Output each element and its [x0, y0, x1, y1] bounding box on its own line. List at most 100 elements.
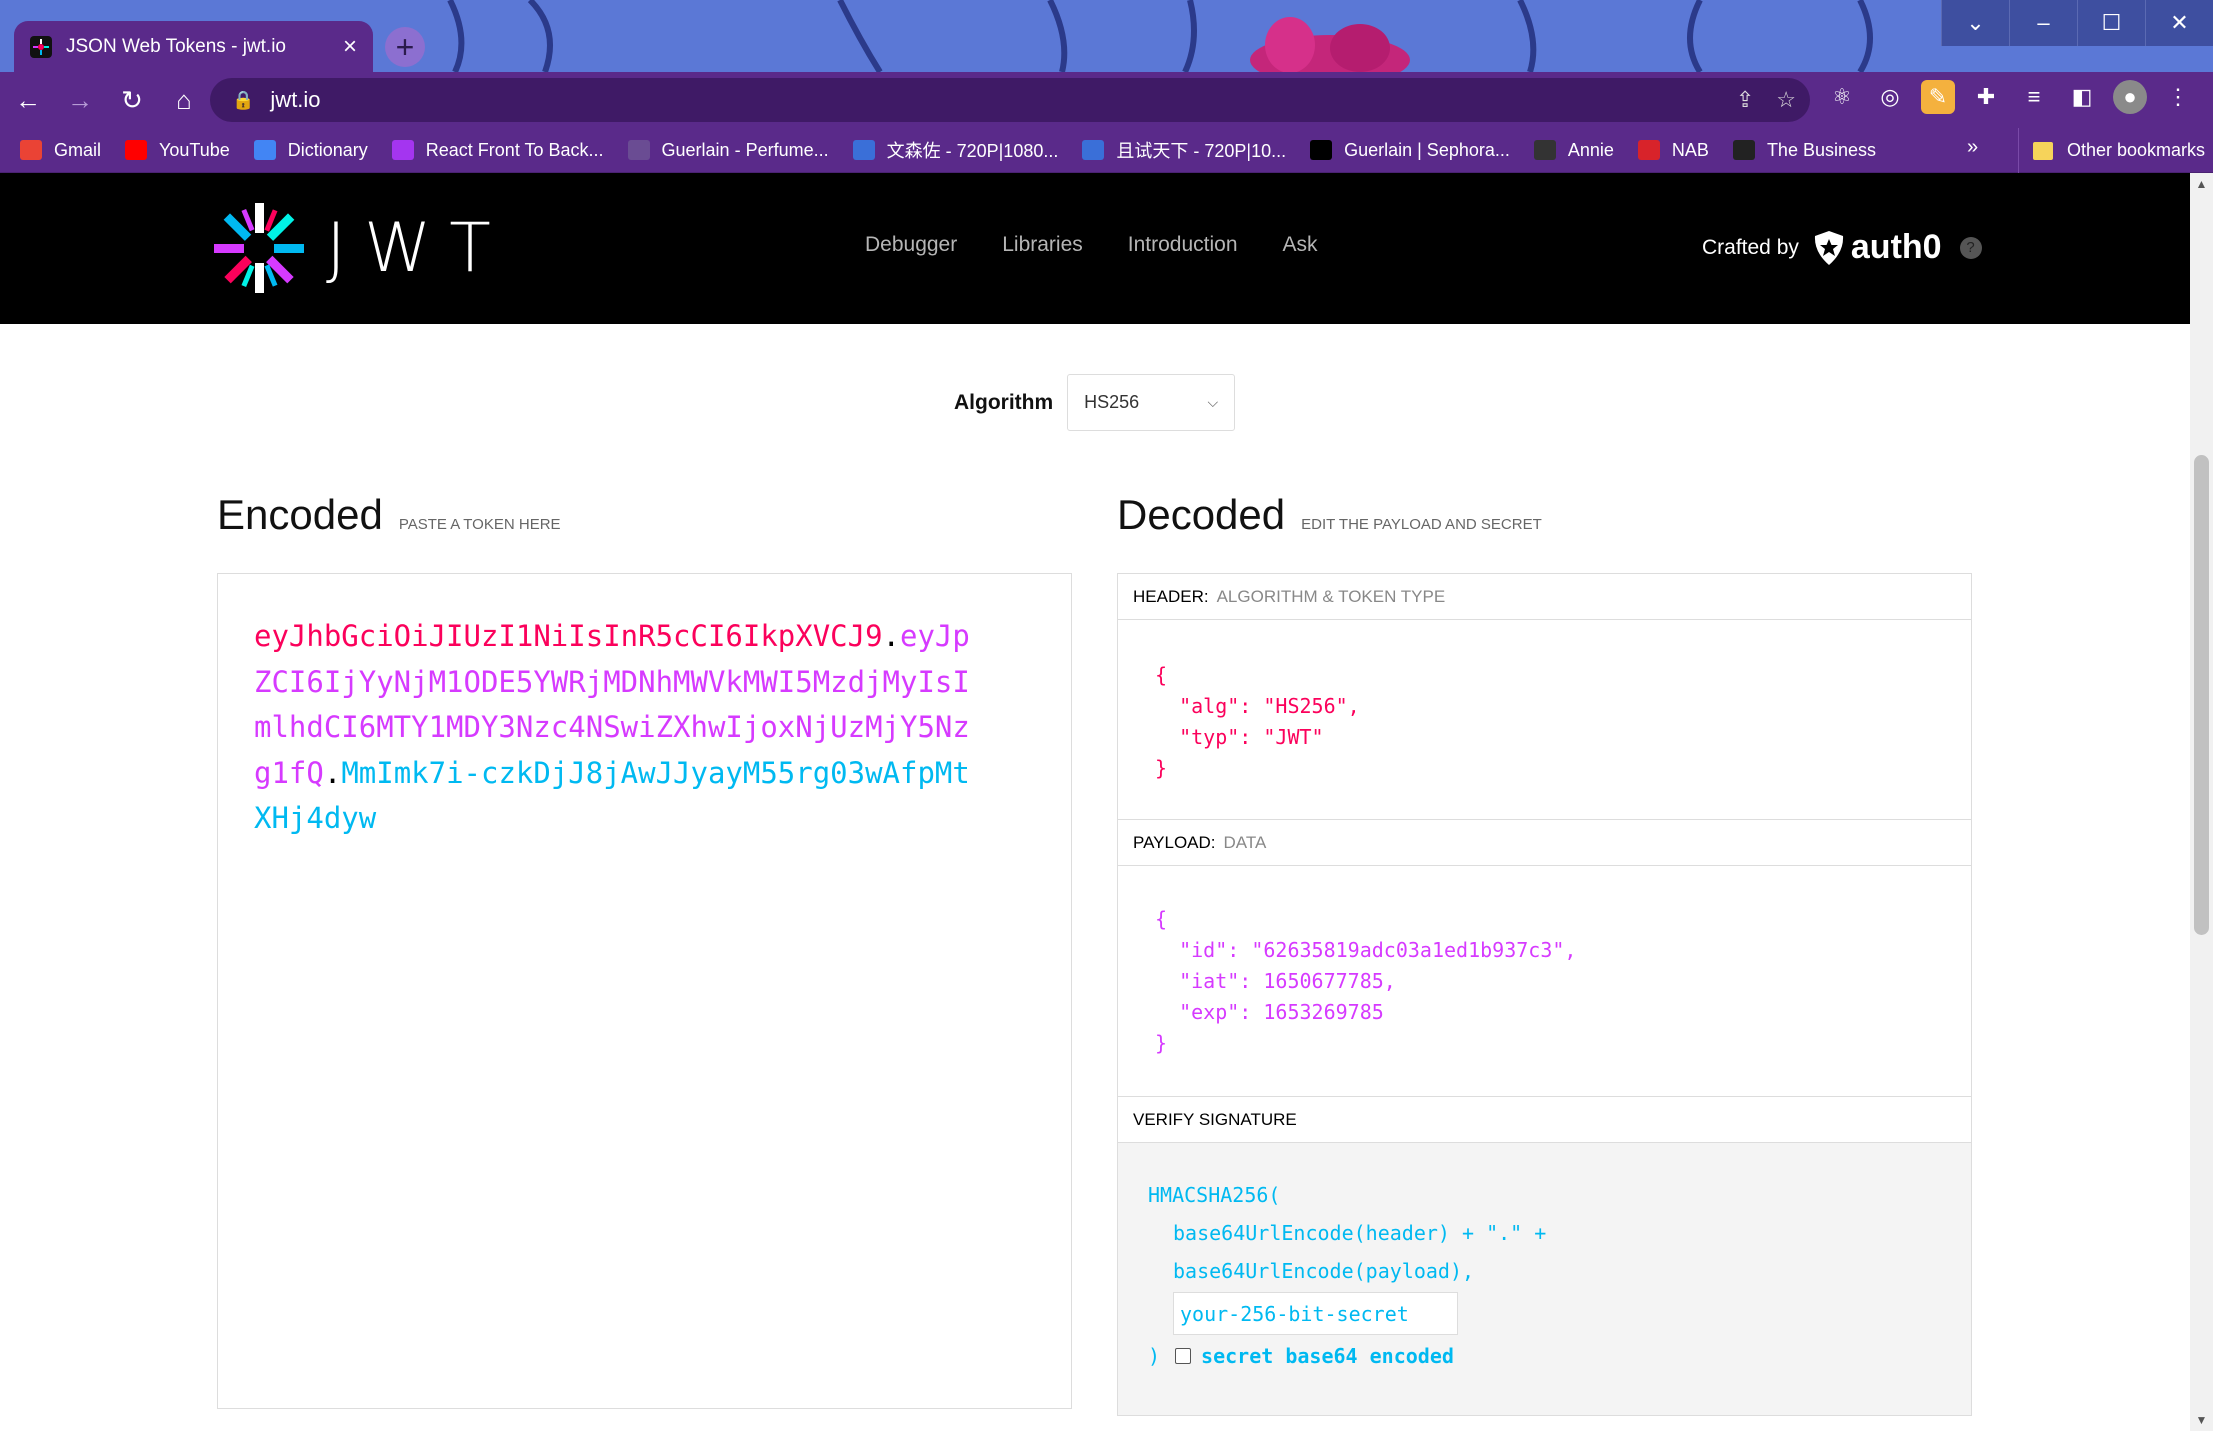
bookmark-item[interactable]: NAB [1637, 140, 1709, 161]
algorithm-label: Algorithm [954, 390, 1054, 414]
algorithm-selector: Algorithm HS256 ⌵ [954, 374, 1236, 431]
chevron-down-icon: ⌵ [1207, 394, 1219, 410]
bookmark-label: Guerlain | Sephora... [1344, 139, 1510, 160]
back-icon[interactable]: ← [4, 76, 52, 124]
secret-base64-label[interactable]: secret base64 encoded [1201, 1337, 1454, 1375]
json-line: } [1155, 1031, 1168, 1055]
extensions-area: ⚛ ◎ ✎ ✚ ≡ ◧ ● ⋮ [1825, 80, 2195, 114]
video-site-icon [1082, 140, 1105, 160]
algorithm-select[interactable]: HS256 ⌵ [1067, 374, 1236, 431]
encoded-heading: Encoded PASTE A TOKEN HERE [217, 491, 561, 539]
sig-function: HMACSHA256( [1148, 1183, 1281, 1207]
bookmark-star-icon[interactable]: ☆ [1776, 87, 1796, 113]
scroll-thumb[interactable] [2194, 455, 2209, 935]
token-text[interactable]: eyJhbGciOiJIUzI1NiIsInR5cCI6IkpXVCJ9.eyJ… [254, 614, 974, 842]
help-icon[interactable]: ? [1959, 236, 1982, 259]
more-bookmarks-icon[interactable]: » [1967, 136, 1978, 159]
bookmark-item[interactable]: 且试天下 - 720P|10... [1082, 137, 1286, 163]
browser-tab-active[interactable]: JSON Web Tokens - jwt.io × [14, 21, 373, 72]
nav-libraries[interactable]: Libraries [1002, 233, 1083, 257]
bookmark-label: 文森佐 - 720P|1080... [886, 141, 1059, 161]
github-icon [1533, 140, 1556, 160]
menu-kebab-icon[interactable]: ⋮ [2161, 80, 2195, 114]
side-panel-icon[interactable]: ◧ [2065, 80, 2099, 114]
site-header: JWT Debugger Libraries Introduction Ask … [0, 173, 2190, 324]
crafted-by[interactable]: Crafted by auth0 ? [1702, 228, 1982, 267]
header-label: HEADER: [1133, 586, 1209, 606]
gmail-icon [20, 140, 42, 160]
header-hint: ALGORITHM & TOKEN TYPE [1216, 586, 1446, 606]
secret-base64-checkbox[interactable] [1175, 1348, 1192, 1364]
reload-icon[interactable]: ↻ [108, 76, 156, 124]
token-dot: . [882, 619, 901, 653]
bookmarks-bar: Gmail YouTube Dictionary React Front To Bac… [0, 128, 2213, 173]
json-line: { [1155, 663, 1168, 687]
lock-icon[interactable]: 🔒 [232, 90, 254, 111]
payload-section-heading: PAYLOAD: DATA [1118, 820, 1971, 866]
video-site-icon [852, 140, 875, 160]
media-queue-icon[interactable]: ≡ [2017, 80, 2051, 114]
json-line: } [1155, 756, 1168, 780]
scroll-down-icon[interactable]: ▼ [2190, 1409, 2213, 1431]
bookmark-label: YouTube [159, 139, 230, 160]
profile-avatar[interactable]: ● [2113, 80, 2147, 114]
extension-target-icon[interactable]: ◎ [1873, 80, 1907, 114]
bookmark-item[interactable]: Annie [1533, 139, 1614, 161]
extensions-puzzle-icon[interactable]: ✚ [1969, 80, 2003, 114]
decoded-title: Decoded [1117, 491, 1286, 538]
home-icon[interactable]: ⌂ [160, 76, 208, 124]
bookmark-item[interactable]: YouTube [125, 140, 230, 161]
bookmark-item[interactable]: 文森佐 - 720P|1080... [852, 137, 1059, 163]
algorithm-value: HS256 [1084, 392, 1140, 412]
bookmark-item[interactable]: Guerlain - Perfume... [627, 139, 829, 161]
decoded-heading: Decoded EDIT THE PAYLOAD AND SECRET [1117, 491, 1542, 539]
nav-ask[interactable]: Ask [1283, 233, 1318, 257]
google-icon [253, 140, 276, 160]
folder-icon [2033, 141, 2053, 160]
forward-icon[interactable]: → [56, 76, 104, 124]
payload-hint: DATA [1223, 832, 1267, 852]
jwt-logo-icon [214, 203, 304, 293]
bookmark-label: Guerlain - Perfume... [661, 139, 829, 160]
json-line: "id": "62635819adc03a1ed1b937c3", [1155, 938, 1577, 962]
bookmark-item[interactable]: Dictionary [253, 140, 368, 161]
bookmark-item[interactable]: Guerlain | Sephora... [1310, 140, 1510, 161]
nav-debugger[interactable]: Debugger [865, 233, 957, 257]
bookmark-item[interactable]: The Business [1732, 140, 1876, 161]
sig-line-payload: base64UrlEncode(payload), [1173, 1259, 1475, 1283]
page-scrollbar[interactable]: ▲ ▼ [2190, 173, 2213, 1431]
nab-icon [1637, 140, 1660, 160]
bookmark-item[interactable]: Gmail [20, 140, 101, 161]
scroll-up-icon[interactable]: ▲ [2190, 173, 2213, 195]
json-line: "alg": "HS256", [1155, 694, 1360, 718]
url-text[interactable]: jwt.io [270, 87, 320, 113]
window-controls: ⌄ – ☐ ✕ [1941, 0, 2213, 46]
guerlain-icon [627, 140, 650, 160]
tab-close-icon[interactable]: × [343, 34, 357, 59]
new-tab-button[interactable]: + [385, 27, 425, 67]
jwt-logo[interactable]: JWT [214, 203, 509, 293]
tab-search-icon[interactable]: ⌄ [1941, 0, 2009, 46]
nav-introduction[interactable]: Introduction [1128, 233, 1238, 257]
auth0-brand: auth0 [1850, 228, 1942, 266]
sig-line-header: base64UrlEncode(header) + "." + [1173, 1221, 1547, 1245]
signature-editor: HMACSHA256( base64UrlEncode(header) + ".… [1118, 1143, 1971, 1415]
other-bookmarks-folder[interactable]: Other bookmarks [2018, 128, 2205, 173]
encoded-token-editor[interactable]: eyJhbGciOiJIUzI1NiIsInR5cCI6IkpXVCJ9.eyJ… [217, 573, 1072, 1409]
extension-notes-icon[interactable]: ✎ [1921, 80, 1955, 114]
close-window-icon[interactable]: ✕ [2145, 0, 2213, 46]
encoded-subtitle: PASTE A TOKEN HERE [398, 516, 561, 533]
secret-input[interactable]: your-256-bit-secret [1173, 1292, 1458, 1335]
header-json-editor[interactable]: { "alg": "HS256", "typ": "JWT"} [1118, 620, 1971, 820]
share-icon[interactable]: ⇪ [1736, 87, 1754, 113]
minimize-icon[interactable]: – [2009, 0, 2077, 46]
bookmark-label: React Front To Back... [425, 139, 604, 160]
bookmark-item[interactable]: React Front To Back... [391, 139, 604, 161]
secret-encoding-row: ) secret base64 encoded [1148, 1337, 1971, 1375]
payload-json-editor[interactable]: { "id": "62635819adc03a1ed1b937c3", "iat… [1118, 866, 1971, 1097]
verify-section-heading: VERIFY SIGNATURE [1118, 1097, 1971, 1143]
react-devtools-icon[interactable]: ⚛ [1825, 80, 1859, 114]
address-bar[interactable]: 🔒 jwt.io ⇪ ☆ [210, 78, 1810, 122]
bookmark-label: Annie [1567, 139, 1614, 160]
maximize-icon[interactable]: ☐ [2077, 0, 2145, 46]
